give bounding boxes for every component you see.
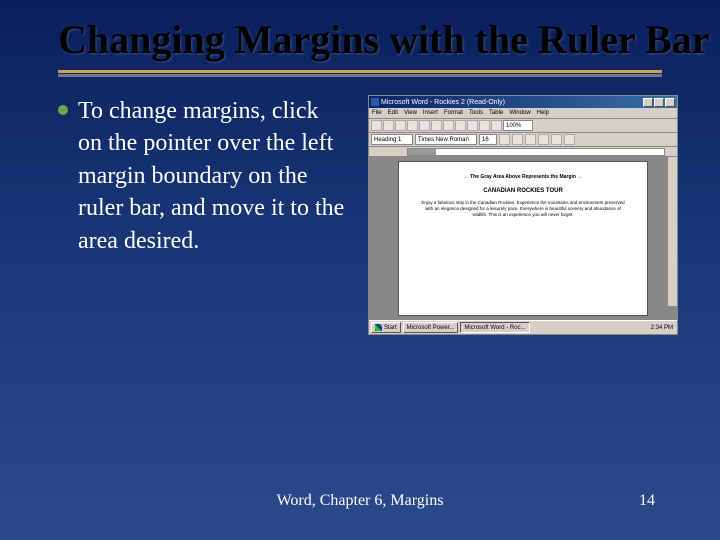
size-combo[interactable]: 16: [479, 134, 497, 145]
menu-table[interactable]: Table: [489, 110, 503, 116]
taskbar-left: Start Microsoft Power... Microsoft Word …: [371, 322, 530, 333]
redo-icon[interactable]: [491, 120, 502, 131]
footer-center-text: Word, Chapter 6, Margins: [277, 492, 444, 510]
open-icon[interactable]: [383, 120, 394, 131]
slide-title: Changing Margins with the Ruler Bar: [0, 0, 720, 62]
cut-icon[interactable]: [443, 120, 454, 131]
windows-logo-icon: [375, 324, 382, 331]
align-center-icon[interactable]: [551, 134, 562, 145]
taskbar-item-word[interactable]: Microsoft Word - Roc...: [460, 322, 529, 333]
menu-edit[interactable]: Edit: [388, 110, 398, 116]
standard-toolbar: 100%: [369, 119, 677, 133]
bullet-item: To change margins, click on the pointer …: [58, 95, 348, 335]
window-title-text: Microsoft Word - Rockies 2 (Read-Only): [381, 99, 505, 106]
word-screenshot: Microsoft Word - Rockies 2 (Read-Only) F…: [368, 95, 678, 335]
spell-icon[interactable]: [431, 120, 442, 131]
undo-icon[interactable]: [479, 120, 490, 131]
menu-format[interactable]: Format: [444, 110, 463, 116]
menu-window[interactable]: Window: [509, 110, 530, 116]
content-area: To change margins, click on the pointer …: [0, 73, 720, 335]
minimize-button[interactable]: [643, 98, 653, 107]
bullet-body: To change margins, click on the pointer …: [78, 95, 348, 257]
format-toolbar: Heading 1 Times New Roman 16: [369, 133, 677, 147]
underline-icon[interactable]: [525, 134, 536, 145]
new-icon[interactable]: [371, 120, 382, 131]
close-button[interactable]: [665, 98, 675, 107]
italic-icon[interactable]: [512, 134, 523, 145]
ruler-bar[interactable]: [369, 147, 677, 157]
ruler-margin-gray: [408, 149, 436, 155]
start-button[interactable]: Start: [371, 322, 401, 333]
start-label: Start: [384, 325, 397, 331]
font-combo[interactable]: Times New Roman: [415, 134, 477, 145]
zoom-combo[interactable]: 100%: [503, 120, 533, 131]
margin-callout: ← The Gray Area Above Represents the Mar…: [419, 174, 627, 180]
taskbar-item-powerpoint[interactable]: Microsoft Power...: [403, 322, 459, 333]
copy-icon[interactable]: [455, 120, 466, 131]
footer-page-number: 14: [639, 492, 655, 510]
menu-help[interactable]: Help: [537, 110, 549, 116]
document-page[interactable]: ← The Gray Area Above Represents the Mar…: [398, 161, 648, 316]
paste-icon[interactable]: [467, 120, 478, 131]
document-area: ← The Gray Area Above Represents the Mar…: [369, 157, 677, 320]
menu-bar: File Edit View Insert Format Tools Table…: [369, 108, 677, 119]
print-icon[interactable]: [407, 120, 418, 131]
align-left-icon[interactable]: [538, 134, 549, 145]
bold-icon[interactable]: [499, 134, 510, 145]
align-right-icon[interactable]: [564, 134, 575, 145]
style-combo[interactable]: Heading 1: [371, 134, 413, 145]
menu-view[interactable]: View: [404, 110, 417, 116]
menu-insert[interactable]: Insert: [423, 110, 438, 116]
system-clock: 2:34 PM: [651, 325, 675, 331]
preview-icon[interactable]: [419, 120, 430, 131]
doc-paragraph: Enjoy a fabulous stay in the Canadian Ro…: [419, 200, 627, 218]
vertical-scrollbar[interactable]: [667, 157, 677, 306]
save-icon[interactable]: [395, 120, 406, 131]
window-buttons: [643, 98, 675, 107]
window-title: Microsoft Word - Rockies 2 (Read-Only): [371, 98, 505, 106]
horizontal-ruler[interactable]: [407, 148, 665, 156]
window-titlebar: Microsoft Word - Rockies 2 (Read-Only): [369, 96, 677, 108]
slide-footer: Word, Chapter 6, Margins 14: [0, 492, 720, 510]
word-icon: [371, 98, 379, 106]
windows-taskbar: Start Microsoft Power... Microsoft Word …: [369, 320, 677, 334]
doc-heading: CANADIAN ROCKIES TOUR: [419, 188, 627, 194]
menu-file[interactable]: File: [372, 110, 382, 116]
bullet-icon: [58, 105, 68, 115]
maximize-button[interactable]: [654, 98, 664, 107]
menu-tools[interactable]: Tools: [469, 110, 483, 116]
